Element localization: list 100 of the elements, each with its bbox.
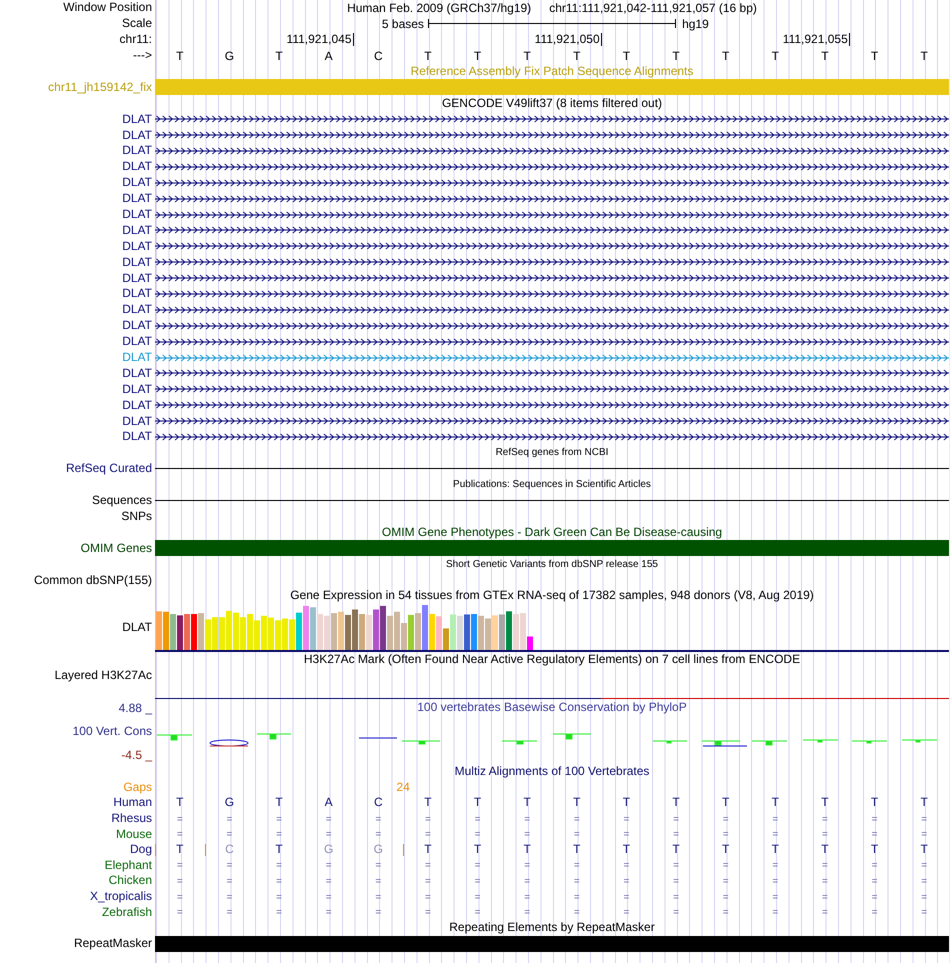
track-label[interactable]: Sequences bbox=[92, 493, 155, 508]
track-title: GENCODE V49lift37 (8 items filtered out) bbox=[442, 96, 662, 111]
base-letter: = bbox=[326, 907, 332, 918]
base-letter: = bbox=[624, 892, 630, 903]
gene-label[interactable]: DLAT bbox=[122, 112, 155, 127]
base-letter: T bbox=[424, 795, 432, 810]
base-letter: = bbox=[226, 907, 232, 918]
base-letter: T bbox=[573, 48, 580, 63]
base-letter: = bbox=[574, 876, 580, 887]
base-letter: = bbox=[474, 860, 480, 872]
track-title: Gene Expression in 54 tissues from GTEx RNA-seq of 17382 samples, 948 donors (V8, Aug 2019) bbox=[290, 588, 814, 604]
base-letter: = bbox=[375, 892, 382, 903]
base-letter: T bbox=[772, 795, 779, 810]
base-letter: T bbox=[821, 48, 829, 63]
gene-label[interactable]: DLAT bbox=[122, 238, 155, 254]
track-title: 100 vertebrates Basewise Conservation by PhyloP bbox=[417, 700, 687, 715]
track-label[interactable]: Common dbSNP(155) bbox=[34, 572, 155, 588]
gene-label[interactable]: DLAT bbox=[122, 414, 155, 429]
base-letter: = bbox=[673, 860, 679, 872]
base-letter: T bbox=[524, 48, 531, 63]
track-label[interactable]: RefSeq Curated bbox=[66, 461, 155, 476]
gene-label[interactable]: DLAT bbox=[122, 143, 155, 158]
base-letter: = bbox=[722, 876, 729, 887]
conservation-mark bbox=[802, 739, 838, 742]
base-letter: T bbox=[722, 795, 730, 810]
gene-label[interactable]: DLAT bbox=[122, 302, 155, 318]
gene-label[interactable]: DLAT bbox=[122, 286, 155, 302]
base-letter: T bbox=[722, 48, 730, 63]
base-letter: = bbox=[921, 814, 928, 825]
track-label[interactable]: Layered H3K27Ac bbox=[54, 668, 155, 684]
base-letter: T bbox=[275, 842, 283, 856]
base-letter: G bbox=[374, 842, 383, 856]
conservation-mark bbox=[358, 737, 398, 738]
base-letter: = bbox=[921, 860, 928, 872]
base-letter: T bbox=[474, 48, 482, 63]
gene-label[interactable]: DLAT bbox=[122, 318, 155, 334]
base-letter: T bbox=[524, 842, 531, 856]
gene-label[interactable]: DLAT bbox=[122, 254, 155, 270]
base-letter: T bbox=[672, 48, 680, 63]
gene-label[interactable]: DLAT bbox=[122, 222, 155, 238]
base-letter: = bbox=[722, 907, 729, 918]
gene-label[interactable]: DLAT bbox=[122, 429, 155, 444]
conservation-mark bbox=[852, 740, 888, 744]
base-letter: = bbox=[276, 829, 282, 840]
base-letter: T bbox=[622, 842, 630, 856]
base-letter: = bbox=[673, 876, 679, 887]
base-letter: C bbox=[374, 795, 383, 810]
base-letter: T bbox=[622, 48, 630, 63]
base-letter: = bbox=[524, 814, 530, 825]
gene-label[interactable]: DLAT bbox=[122, 207, 155, 222]
base-letter: = bbox=[624, 860, 630, 872]
base-letter: T bbox=[772, 842, 779, 856]
base-letter: = bbox=[375, 860, 382, 872]
track-label[interactable]: 100 Vert. Cons bbox=[72, 724, 152, 738]
base-letter: = bbox=[375, 876, 382, 887]
conservation-mark bbox=[210, 739, 248, 746]
base-letter: = bbox=[872, 814, 878, 825]
gene-label[interactable]: DLAT bbox=[122, 334, 155, 350]
gene-label[interactable]: DLAT bbox=[122, 366, 155, 381]
base-letter: T bbox=[474, 842, 482, 856]
row-label: Scale bbox=[122, 16, 153, 32]
base-letter: T bbox=[870, 842, 878, 856]
base-letter: = bbox=[822, 814, 828, 825]
gene-label[interactable]: DLAT bbox=[122, 398, 155, 413]
base-letter: = bbox=[624, 907, 630, 918]
coordinate-label: 111,921,045 bbox=[286, 33, 354, 46]
conservation-mark bbox=[902, 739, 938, 742]
row-label: Window Position bbox=[63, 0, 153, 16]
conservation-mark bbox=[402, 740, 440, 744]
gene-label[interactable]: DLAT bbox=[122, 270, 155, 286]
base-letter: T bbox=[622, 795, 630, 810]
base-letter: = bbox=[176, 907, 183, 918]
track-title: Multiz Alignments of 100 Vertebrates bbox=[454, 764, 650, 779]
gene-label[interactable]: DLAT bbox=[122, 175, 155, 190]
base-letter: T bbox=[870, 795, 878, 810]
track-label[interactable]: DLAT bbox=[122, 620, 155, 636]
gene-label[interactable]: DLAT bbox=[122, 382, 155, 397]
assembly-name: Human Feb. 2009 (GRCh37/hg19) bbox=[347, 0, 532, 15]
coordinate-label: 111,921,055 bbox=[782, 33, 850, 46]
base-letter: T bbox=[920, 795, 928, 810]
base-letter: = bbox=[276, 814, 282, 825]
base-letter: T bbox=[920, 48, 928, 63]
base-letter: = bbox=[524, 892, 530, 903]
track-label[interactable]: RepeatMasker bbox=[74, 936, 155, 952]
base-letter: T bbox=[275, 48, 283, 63]
base-letter: = bbox=[474, 829, 480, 840]
track-label[interactable]: SNPs bbox=[121, 508, 155, 524]
base-letter: = bbox=[524, 876, 530, 887]
base-letter: = bbox=[176, 876, 183, 887]
gene-label[interactable]: DLAT bbox=[122, 128, 155, 143]
base-letter: = bbox=[176, 892, 183, 903]
base-letter: = bbox=[326, 892, 332, 903]
gene-label[interactable]: DLAT bbox=[122, 191, 155, 206]
track-label[interactable]: OMIM Genes bbox=[80, 540, 155, 556]
base-letter: = bbox=[624, 876, 630, 887]
base-letter: = bbox=[425, 860, 431, 872]
base-letter: C bbox=[374, 48, 383, 63]
base-letter: = bbox=[673, 814, 679, 825]
gene-label[interactable]: DLAT bbox=[122, 159, 155, 174]
base-letter: = bbox=[822, 829, 828, 840]
